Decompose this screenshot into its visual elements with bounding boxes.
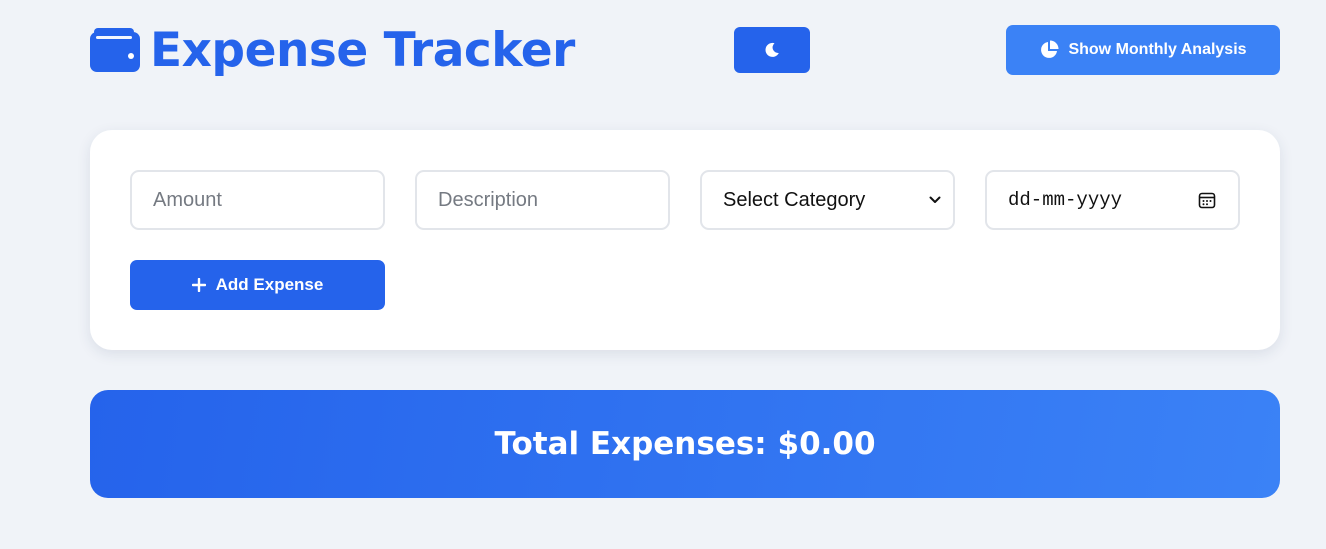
app-title: Expense Tracker	[90, 22, 575, 78]
add-expense-button[interactable]: Add Expense	[130, 260, 385, 310]
moon-icon	[765, 42, 779, 57]
pie-chart-icon	[1041, 40, 1059, 58]
amount-placeholder: Amount	[153, 188, 222, 211]
theme-toggle-button[interactable]	[734, 27, 810, 73]
description-placeholder: Description	[438, 188, 539, 211]
total-expenses-text: Total Expenses: $0.00	[494, 426, 876, 462]
expense-form-card: Amount Description Select Category dd-mm…	[90, 130, 1280, 350]
plus-icon	[191, 278, 206, 292]
date-input[interactable]: dd-mm-yyyy	[985, 170, 1240, 230]
wallet-icon	[90, 28, 140, 72]
total-expenses-banner: Total Expenses: $0.00	[90, 390, 1280, 498]
add-expense-label: Add Expense	[215, 275, 324, 294]
expense-tracker-page: Expense Tracker Show Monthly Analysis Am…	[0, 0, 1326, 549]
app-title-text: Expense Tracker	[150, 22, 575, 78]
analysis-button-label: Show Monthly Analysis	[1068, 41, 1247, 58]
description-input[interactable]: Description	[415, 170, 670, 230]
date-placeholder: dd-mm-yyyy	[1008, 189, 1123, 211]
chevron-down-icon	[929, 196, 941, 203]
amount-input[interactable]: Amount	[130, 170, 385, 230]
category-select[interactable]: Select Category	[700, 170, 955, 230]
calendar-icon[interactable]	[1198, 191, 1216, 209]
show-monthly-analysis-button[interactable]: Show Monthly Analysis	[1006, 25, 1280, 75]
category-selected-value: Select Category	[723, 188, 866, 211]
